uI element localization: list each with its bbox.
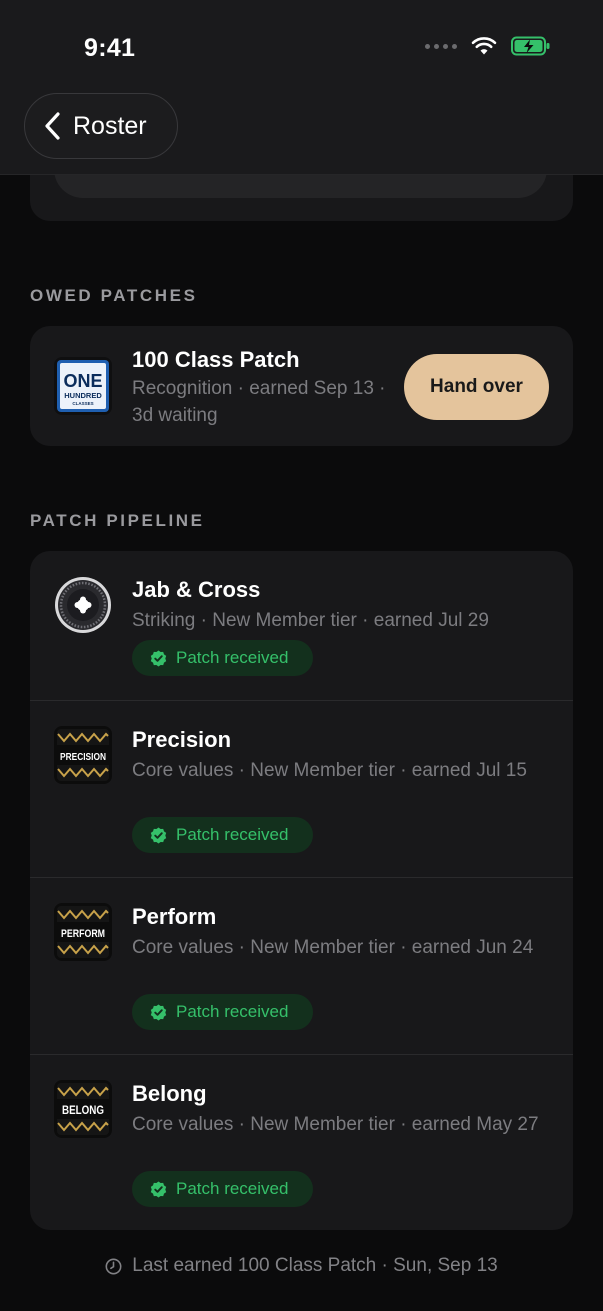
pipeline-row[interactable]: Jab & Cross Striking · New Member tier ·… <box>30 551 573 701</box>
pipeline-row[interactable]: PRECISION Precision Core values · New Me… <box>30 701 573 878</box>
back-button[interactable]: Roster <box>24 93 178 159</box>
patch-pipeline-heading: PATCH PIPELINE <box>30 511 205 530</box>
status-time: 9:41 <box>84 34 136 62</box>
status-indicators <box>425 36 551 56</box>
cellular-signal-icon <box>425 43 457 49</box>
patch-title: Belong <box>132 1081 207 1106</box>
patch-received-label: Patch received <box>176 1002 289 1021</box>
top-bar: 9:41 Roster <box>0 0 603 175</box>
patch-meta: Striking · New Member tier · earned Jul … <box>132 610 489 631</box>
battery-charging-icon <box>511 36 550 56</box>
precision-patch-icon: PRECISION <box>54 726 112 784</box>
owed-patch-row: ONE HUNDRED CLASSES 100 Class Patch Reco… <box>30 326 573 446</box>
owed-patches-heading: OWED PATCHES <box>30 286 198 305</box>
patch-received-badge: Patch received <box>132 817 313 853</box>
owed-patches-card: ONE HUNDRED CLASSES 100 Class Patch Reco… <box>30 326 573 446</box>
patch-title: Jab & Cross <box>132 577 261 602</box>
patch-meta: Recognition · earned Sep 13 · 3d waiting <box>132 378 386 426</box>
last-earned-text: Last earned 100 Class Patch · Sun, Sep 1… <box>132 1255 498 1276</box>
patch-meta: Core values · New Member tier · earned J… <box>132 760 527 781</box>
patch-title: 100 Class Patch <box>132 347 300 372</box>
patch-title: Perform <box>132 904 217 929</box>
wifi-icon <box>471 37 497 55</box>
patch-received-badge: Patch received <box>132 640 313 676</box>
hand-over-button[interactable]: Hand over <box>404 354 549 420</box>
patch-icon-text: PERFORM <box>61 928 105 940</box>
check-badge-icon <box>150 827 167 843</box>
patch-icon-text-one: ONE <box>63 371 102 391</box>
patch-received-label: Patch received <box>176 825 289 844</box>
pipeline-row[interactable]: PERFORM Perform Core values · New Member… <box>30 878 573 1055</box>
jab-cross-patch-icon <box>54 576 112 634</box>
patch-icon-text-hundred: HUNDRED <box>64 391 102 400</box>
patch-received-badge: Patch received <box>132 1171 313 1207</box>
patch-meta: Core values · New Member tier · earned M… <box>132 1114 539 1135</box>
check-badge-icon <box>150 1181 167 1197</box>
patch-meta: Core values · New Member tier · earned J… <box>132 937 534 958</box>
back-button-label: Roster <box>73 111 147 140</box>
last-earned-footer: Last earned 100 Class Patch · Sun, Sep 1… <box>0 1255 603 1277</box>
patch-pipeline-card: Jab & Cross Striking · New Member tier ·… <box>30 551 573 1230</box>
perform-patch-icon: PERFORM <box>54 903 112 961</box>
check-badge-icon <box>150 1004 167 1020</box>
clock-icon <box>105 1258 122 1274</box>
chevron-left-icon <box>45 112 60 140</box>
patch-icon-text-classes: CLASSES <box>72 401 93 406</box>
patch-title: Precision <box>132 727 232 752</box>
pipeline-row[interactable]: BELONG Belong Core values · New Member t… <box>30 1055 573 1230</box>
patch-icon-text: PRECISION <box>60 752 106 763</box>
patch-received-label: Patch received <box>176 648 289 667</box>
check-badge-icon <box>150 650 167 666</box>
patch-received-label: Patch received <box>176 1179 289 1198</box>
patch-icon-text: BELONG <box>62 1103 104 1117</box>
one-hundred-classes-patch-icon: ONE HUNDRED CLASSES <box>54 357 112 415</box>
patch-received-badge: Patch received <box>132 994 313 1030</box>
belong-patch-icon: BELONG <box>54 1080 112 1138</box>
